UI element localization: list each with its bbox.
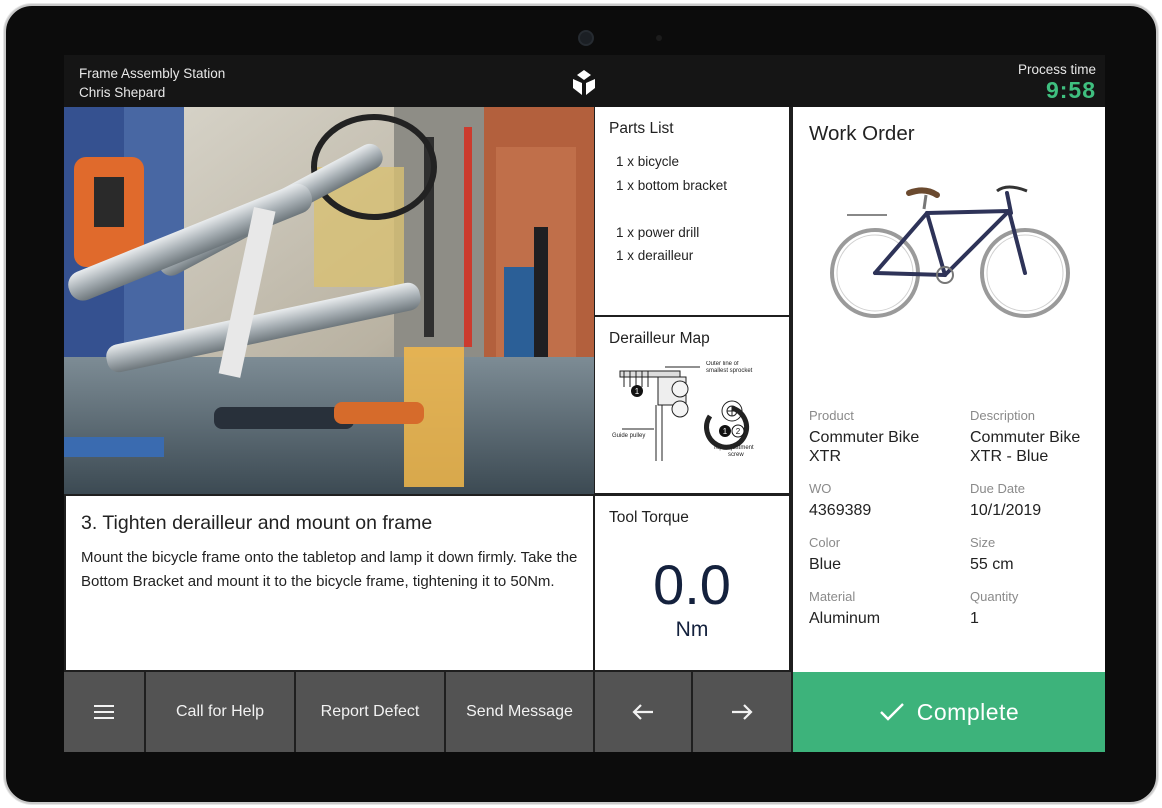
parts-list-item: 1 x power drill (616, 224, 700, 240)
product-value: Commuter Bike XTR (809, 429, 920, 465)
bicycle-image (830, 185, 1070, 318)
complete-button[interactable]: Complete (793, 672, 1105, 752)
parts-list-item: 1 x bottom bracket (616, 177, 728, 193)
map-label-screw: screw (728, 452, 744, 458)
work-order-title: Work Order (809, 122, 915, 145)
report-defect-button[interactable]: Report Defect (296, 672, 444, 752)
torque-unit: Nm (675, 618, 709, 641)
top-bar: Frame Assembly Station Chris Shepard Pro… (64, 55, 1105, 107)
map-number-1-second: 1 (723, 427, 728, 436)
wo-value: 4369389 (809, 502, 872, 519)
map-number-2: 2 (736, 427, 741, 436)
parts-list: 1 x bicycle 1 x bottom bracket 1 x power… (616, 150, 727, 268)
station-name: Frame Assembly Station (79, 66, 226, 81)
parts-list-title: Parts List (609, 120, 674, 137)
step-description: Mount the bicycle frame onto the tableto… (81, 549, 578, 590)
material-field: Material Aluminum (809, 588, 949, 628)
checkmark-icon (879, 703, 904, 721)
size-label: Size (970, 535, 996, 550)
quantity-value: 1 (970, 610, 979, 627)
tool-torque-title: Tool Torque (609, 509, 689, 526)
previous-step-button[interactable] (595, 672, 691, 752)
torque-value: 0.0 (653, 553, 731, 616)
due-date-field: Due Date 10/1/2019 (970, 480, 1105, 520)
arrow-left-icon (632, 704, 653, 720)
color-field: Color Blue (809, 534, 949, 574)
map-label-guide-pulley: Guide pulley (612, 433, 645, 439)
map-label-smallest-sprocket: smallest sprocket (706, 368, 753, 374)
size-value: 55 cm (970, 556, 1014, 573)
step-photo (64, 107, 594, 494)
map-number-1: 1 (635, 387, 640, 396)
workshop-photo-image (64, 107, 594, 494)
tulip-logo-icon (573, 70, 595, 95)
tool-torque-panel: Tool Torque 0.0 Nm (595, 496, 789, 670)
hamburger-menu-icon (94, 705, 114, 719)
call-for-help-button[interactable]: Call for Help (146, 672, 294, 752)
description-label: Description (970, 408, 1036, 423)
description-field: Description Commuter Bike XTR - Blue (970, 407, 1105, 466)
station-info: Frame Assembly Station Chris Shepard (79, 64, 225, 102)
parts-list-item: 1 x derailleur (616, 248, 694, 263)
step-instructions-panel: 3. Tighten derailleur and mount on frame… (66, 496, 593, 670)
wo-label: WO (809, 481, 832, 496)
bottom-toolbar: Call for Help Report Defect Send Message (64, 672, 791, 752)
complete-label: Complete (916, 698, 1020, 725)
quantity-label: Quantity (970, 589, 1019, 604)
quantity-field: Quantity 1 (970, 588, 1105, 628)
parts-list-item: 1 x bicycle (616, 154, 680, 169)
work-order-panel: Work Order Product Commuter Bike XTR Des… (793, 107, 1105, 672)
material-value: Aluminum (809, 610, 881, 627)
menu-button[interactable] (64, 672, 144, 752)
product-field: Product Commuter Bike XTR (809, 407, 949, 466)
due-date-value: 10/1/2019 (970, 502, 1042, 519)
process-time-value: 9:58 (1045, 77, 1096, 103)
color-label: Color (809, 535, 841, 550)
map-label-outer-line: Outer line of (706, 361, 739, 367)
step-title: 3. Tighten derailleur and mount on frame (81, 512, 433, 534)
app-screen: Frame Assembly Station Chris Shepard Pro… (64, 55, 1105, 752)
send-message-button[interactable]: Send Message (446, 672, 593, 752)
description-value: Commuter Bike XTR - Blue (970, 429, 1081, 465)
derailleur-diagram: 1 1 2 Outer line of smallest sprocket Gu… (612, 361, 754, 461)
product-label: Product (809, 408, 854, 423)
due-date-label: Due Date (970, 481, 1025, 496)
parts-list-panel: Parts List 1 x bicycle 1 x bottom bracke… (595, 107, 789, 315)
size-field: Size 55 cm (970, 534, 1105, 574)
material-label: Material (809, 589, 856, 604)
light-sensor (656, 35, 662, 41)
camera-lens (578, 30, 594, 46)
derailleur-map-panel: Derailleur Map 1 1 2 Outer line of small… (595, 317, 789, 493)
arrow-right-icon (732, 704, 753, 720)
process-time-label: Process time (1017, 62, 1096, 77)
map-label-top-adjustment: Top adjustment (713, 445, 754, 451)
color-value: Blue (809, 556, 842, 573)
next-step-button[interactable] (693, 672, 791, 752)
wo-field: WO 4369389 (809, 480, 949, 520)
operator-name: Chris Shepard (79, 85, 166, 100)
derailleur-map-title: Derailleur Map (609, 330, 710, 347)
